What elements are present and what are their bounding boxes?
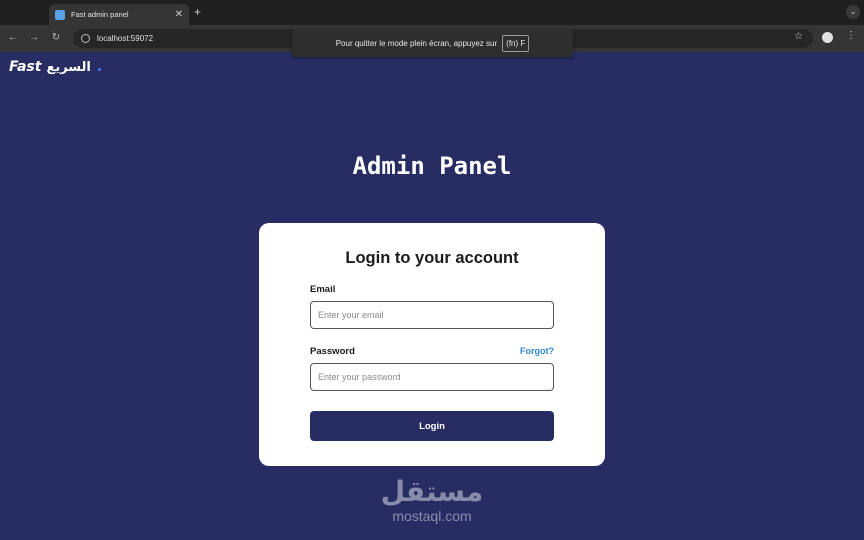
page-title: Admin Panel <box>352 152 512 180</box>
flutter-favicon-icon <box>55 9 65 20</box>
browser-menu-button[interactable]: ⋮ <box>846 30 856 41</box>
close-tab-icon[interactable]: ✕ <box>175 9 183 20</box>
forgot-password-link[interactable]: Forgot? <box>520 346 554 356</box>
url-text: localhost:59072 <box>97 34 154 43</box>
logo-text-ar: السريع <box>46 60 91 75</box>
tab-search-button[interactable]: ⌄ <box>846 5 860 19</box>
email-field[interactable] <box>310 301 554 329</box>
forward-button[interactable]: → <box>27 31 41 45</box>
app-logo: Fast السريع <box>9 59 101 75</box>
fullscreen-notice: Pour quitter le mode plein écran, appuye… <box>292 29 573 57</box>
login-heading: Login to your account <box>345 249 519 267</box>
mostaql-watermark: مستقل mostaql.com <box>372 475 492 525</box>
password-label: Password <box>310 346 355 357</box>
site-info-icon[interactable] <box>81 34 90 43</box>
bookmark-star-icon[interactable]: ☆ <box>794 31 803 42</box>
watermark-domain: mostaql.com <box>392 508 472 524</box>
profile-icon[interactable] <box>822 32 833 43</box>
fullscreen-message: Pour quitter le mode plein écran, appuye… <box>335 38 498 48</box>
email-label: Email <box>310 284 336 295</box>
reload-button[interactable]: ↻ <box>49 31 63 45</box>
browser-tab[interactable]: Fast admin panel ✕ <box>49 4 189 25</box>
fullscreen-key: (fn) F <box>502 34 530 52</box>
login-card: Login to your account Email Password For… <box>259 223 605 466</box>
browser-tab-bar: Fast admin panel ✕ + ⌄ <box>0 0 864 25</box>
logo-dot <box>97 68 101 71</box>
password-field[interactable] <box>310 363 554 391</box>
login-button[interactable]: Login <box>310 411 554 441</box>
logo-text-en: Fast <box>9 59 42 75</box>
back-button[interactable]: ← <box>6 31 20 45</box>
watermark-arabic: مستقل <box>380 475 484 508</box>
new-tab-button[interactable]: + <box>194 5 201 19</box>
tab-title: Fast admin panel <box>71 10 129 19</box>
